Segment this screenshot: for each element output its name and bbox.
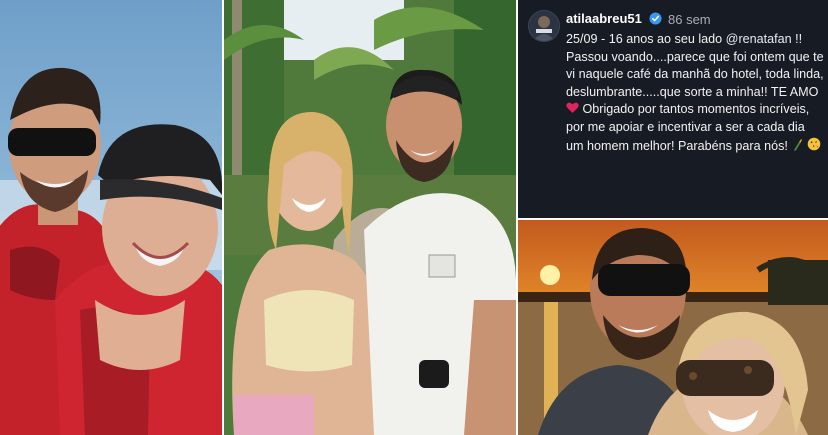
comment-mention[interactable]: @renatafan	[726, 32, 792, 46]
comment-panel: atilaabreu51 86 sem 25/09 - 16 anos ao s…	[518, 0, 828, 218]
photo-jet-ski-selfie	[0, 0, 222, 435]
comment-timestamp: 86 sem	[668, 12, 711, 27]
photo-palm-path-selfie	[224, 0, 516, 435]
comment-username[interactable]: atilaabreu51	[566, 11, 642, 26]
kiss-face-icon	[807, 137, 821, 150]
bottle-icon	[794, 138, 803, 151]
verified-badge-icon	[649, 12, 662, 25]
sunset-photo	[518, 220, 828, 435]
heart-icon	[566, 102, 579, 114]
comment-body: 25/09 - 16 anos ao seu lado @renatafan !…	[566, 31, 824, 155]
comment-text-2: Obrigado por tantos momentos incríveis, …	[566, 102, 810, 153]
avatar[interactable]	[528, 10, 560, 42]
palm-path-photo	[224, 0, 516, 435]
jet-ski-photo	[0, 0, 222, 435]
comment-line1: 25/09 - 16 anos ao seu lado	[566, 32, 723, 46]
photo-sunset-selfie	[518, 220, 828, 435]
